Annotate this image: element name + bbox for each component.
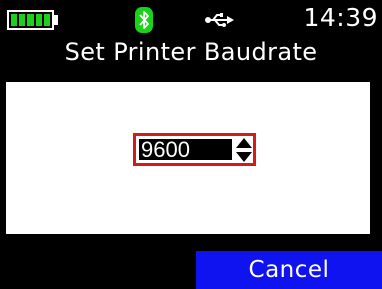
status-bar: 14:39: [0, 0, 382, 36]
baudrate-value[interactable]: 9600: [139, 139, 232, 161]
battery-icon: [7, 10, 54, 30]
battery-tip: [54, 15, 58, 25]
clock: 14:39: [303, 3, 378, 32]
baudrate-panel: 9600: [6, 82, 370, 234]
usb-icon: [205, 13, 234, 27]
bluetooth-icon: [135, 7, 153, 33]
baudrate-stepper[interactable]: 9600: [133, 133, 256, 166]
page-title: Set Printer Baudrate: [64, 38, 318, 66]
cancel-button[interactable]: Cancel: [196, 251, 382, 289]
up-down-arrows-icon[interactable]: [236, 138, 252, 162]
